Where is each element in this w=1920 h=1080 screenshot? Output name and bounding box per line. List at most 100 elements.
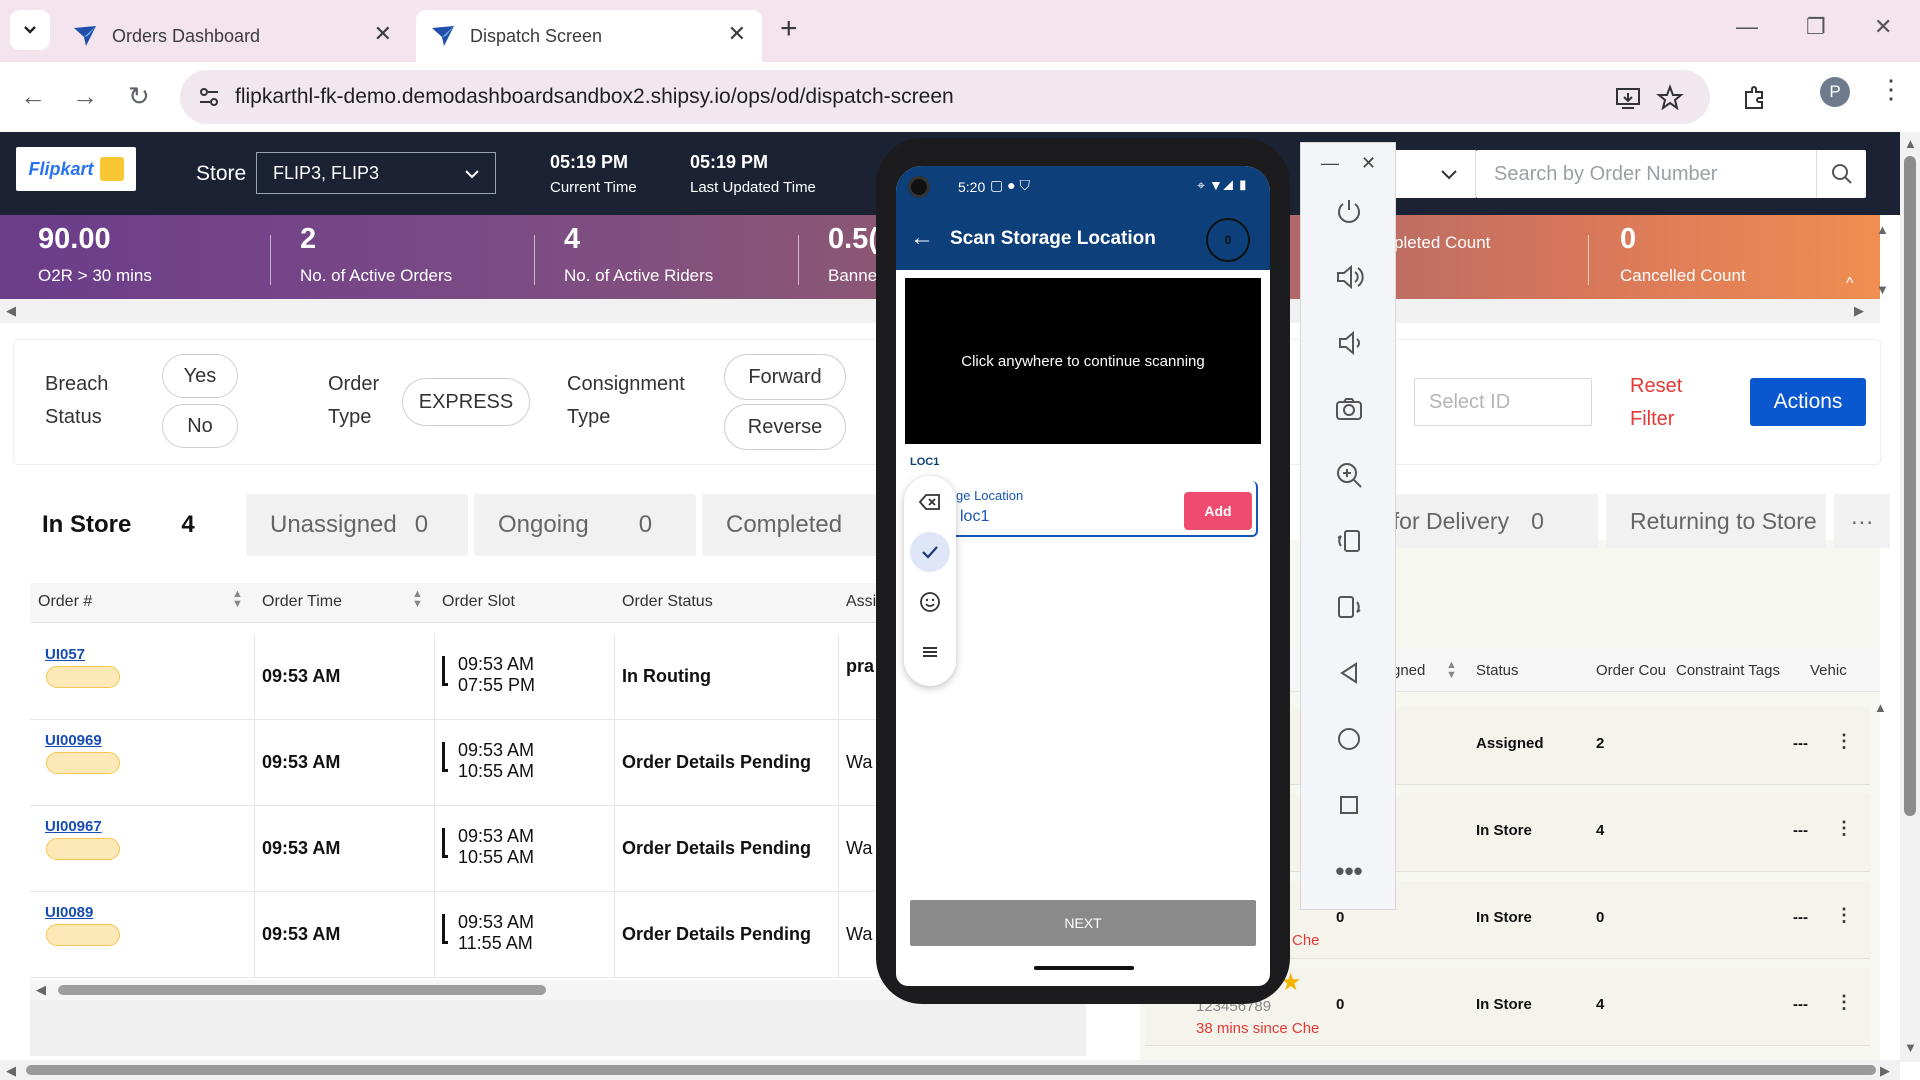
emulator-minimize-icon[interactable]: — bbox=[1321, 153, 1339, 174]
close-tab-icon[interactable]: ✕ bbox=[374, 23, 392, 45]
scroll-right-icon[interactable]: ▶ bbox=[1880, 1063, 1890, 1079]
emulator-close-icon[interactable]: ✕ bbox=[1361, 153, 1376, 174]
new-tab-button[interactable]: + bbox=[780, 14, 798, 44]
sort-icon[interactable]: ▲ ▼ bbox=[412, 589, 423, 610]
column-divider bbox=[838, 806, 839, 892]
scroll-up-icon[interactable]: ▲ bbox=[1904, 136, 1917, 151]
consignment-reverse-chip[interactable]: Reverse bbox=[724, 404, 846, 450]
volume-down-icon[interactable] bbox=[1325, 319, 1373, 367]
tab-returning-to-store[interactable]: Returning to Store bbox=[1606, 494, 1826, 548]
column-header: Order Cou bbox=[1596, 662, 1667, 679]
rotate-left-icon[interactable] bbox=[1325, 517, 1373, 565]
tab-in-store[interactable]: In Store 4 bbox=[18, 494, 240, 556]
scroll-left-icon[interactable]: ◀ bbox=[6, 1063, 16, 1079]
order-number-link[interactable]: UI0089 bbox=[45, 904, 93, 921]
scroll-left-icon[interactable]: ◀ bbox=[6, 303, 16, 319]
emoji-glyph bbox=[920, 592, 940, 612]
scroll-up-icon[interactable]: ▲ bbox=[1874, 700, 1887, 715]
back-icon[interactable]: ← bbox=[20, 82, 46, 110]
phone-screen[interactable]: 5:20 ▢ ● ⛉ ⌖ ▼◢ ▮ ← Scan Storage Locatio… bbox=[896, 166, 1270, 986]
more-options-icon[interactable]: ••• bbox=[1325, 847, 1373, 895]
order-search-input[interactable]: Search by Order Number bbox=[1476, 150, 1866, 198]
site-info-icon[interactable] bbox=[196, 84, 222, 110]
search-type-select[interactable] bbox=[1396, 150, 1476, 198]
column-header[interactable]: Order Time bbox=[262, 593, 342, 611]
scroll-down-icon[interactable]: ▼ bbox=[1904, 1040, 1917, 1055]
profile-avatar[interactable]: P bbox=[1820, 77, 1850, 107]
tab-completed[interactable]: Completed bbox=[702, 494, 902, 556]
scroll-left-icon[interactable]: ◀ bbox=[36, 982, 46, 998]
nav-back-icon[interactable] bbox=[1325, 649, 1373, 697]
back-arrow-icon[interactable]: ← bbox=[910, 224, 934, 252]
rotate-right-icon[interactable] bbox=[1325, 583, 1373, 631]
volume-up-icon[interactable] bbox=[1325, 253, 1373, 301]
search-icon bbox=[1831, 164, 1852, 184]
row-menu-icon[interactable]: ⋮ bbox=[1835, 905, 1853, 926]
backspace-icon[interactable] bbox=[910, 482, 950, 522]
reload-icon[interactable]: ↻ bbox=[128, 82, 150, 110]
scroll-right-icon[interactable]: ▶ bbox=[1854, 303, 1864, 319]
collapse-caret-icon[interactable]: ^ bbox=[1846, 275, 1854, 293]
tab-ongoing[interactable]: Ongoing 0 bbox=[474, 494, 696, 556]
add-button[interactable]: Add bbox=[1184, 492, 1252, 530]
browser-menu-icon[interactable]: ⋮ bbox=[1878, 74, 1904, 105]
camera-icon[interactable] bbox=[1325, 385, 1373, 433]
sort-icon[interactable]: ▲ ▼ bbox=[1446, 660, 1457, 681]
scrollbar-thumb[interactable] bbox=[58, 985, 546, 995]
tab-orders-dashboard[interactable]: Orders Dashboard ✕ bbox=[58, 10, 408, 62]
row-menu-icon[interactable]: ⋮ bbox=[1835, 992, 1853, 1013]
zoom-in-icon[interactable] bbox=[1325, 451, 1373, 499]
address-bar[interactable]: flipkarthl-fk-demo.demodashboardsandbox2… bbox=[180, 70, 1710, 124]
emoji-icon[interactable] bbox=[910, 582, 950, 622]
storage-location-value[interactable]: loc1 bbox=[960, 508, 989, 526]
close-tab-icon[interactable]: ✕ bbox=[728, 23, 746, 45]
row-menu-icon[interactable]: ⋮ bbox=[1835, 731, 1853, 752]
page-vertical-scrollbar[interactable]: ▲ ▼ bbox=[1900, 132, 1920, 1062]
order-tag-badge bbox=[46, 752, 120, 774]
order-type-express-chip[interactable]: EXPRESS bbox=[402, 378, 530, 426]
column-header: Constraint Tags bbox=[1676, 662, 1780, 679]
scroll-down-icon[interactable]: ▼ bbox=[1876, 282, 1889, 297]
tab-out-for-delivery[interactable]: t for Delivery 0 bbox=[1380, 494, 1598, 548]
sort-icon[interactable]: ▲ ▼ bbox=[232, 589, 243, 610]
home-indicator[interactable] bbox=[1034, 966, 1134, 970]
page-horizontal-scrollbar[interactable]: ◀ ▶ bbox=[0, 1060, 1900, 1080]
search-button[interactable] bbox=[1816, 150, 1866, 198]
rider-since-text: 38 mins since Che bbox=[1196, 1020, 1320, 1037]
minimize-icon[interactable]: — bbox=[1736, 14, 1758, 40]
scroll-up-icon[interactable]: ▲ bbox=[1876, 222, 1889, 237]
breach-no-chip[interactable]: No bbox=[162, 404, 238, 448]
metric-divider bbox=[798, 235, 799, 285]
extensions-icon[interactable] bbox=[1740, 84, 1768, 112]
next-button[interactable]: NEXT bbox=[910, 900, 1256, 946]
nav-overview-icon[interactable] bbox=[1325, 781, 1373, 829]
column-header[interactable]: Order # bbox=[38, 593, 92, 611]
breach-yes-chip[interactable]: Yes bbox=[162, 354, 238, 398]
tab-dispatch-screen[interactable]: Dispatch Screen ✕ bbox=[416, 10, 762, 62]
menu-icon[interactable] bbox=[910, 632, 950, 672]
install-app-icon[interactable] bbox=[1614, 84, 1642, 112]
close-window-icon[interactable]: ✕ bbox=[1874, 14, 1892, 40]
more-tabs-button[interactable]: ··· bbox=[1834, 494, 1890, 548]
tab-search-button[interactable] bbox=[10, 10, 50, 50]
consignment-forward-chip[interactable]: Forward bbox=[724, 354, 846, 400]
row-menu-icon[interactable]: ⋮ bbox=[1835, 818, 1853, 839]
scrollbar-thumb[interactable] bbox=[26, 1065, 1876, 1075]
tab-unassigned[interactable]: Unassigned 0 bbox=[246, 494, 468, 556]
nav-home-icon[interactable] bbox=[1325, 715, 1373, 763]
power-icon[interactable] bbox=[1325, 187, 1373, 235]
checkmark-icon[interactable] bbox=[910, 532, 950, 572]
order-number-link[interactable]: UI00969 bbox=[45, 732, 102, 749]
store-select[interactable]: FLIP3, FLIP3 bbox=[256, 152, 496, 194]
scrollbar-thumb[interactable] bbox=[1904, 156, 1916, 816]
actions-button[interactable]: Actions bbox=[1750, 378, 1866, 426]
column-header[interactable]: gned bbox=[1392, 662, 1425, 679]
restore-icon[interactable]: ❐ bbox=[1806, 14, 1826, 40]
camera-preview[interactable]: Click anywhere to continue scanning bbox=[905, 278, 1261, 444]
reset-filter-link[interactable]: Reset Filter bbox=[1630, 370, 1682, 436]
select-id-input[interactable]: Select ID bbox=[1414, 378, 1592, 426]
forward-icon[interactable]: → bbox=[72, 82, 98, 110]
order-number-link[interactable]: UI00967 bbox=[45, 818, 102, 835]
order-number-link[interactable]: UI057 bbox=[45, 646, 85, 663]
bookmark-star-icon[interactable] bbox=[1656, 84, 1684, 112]
